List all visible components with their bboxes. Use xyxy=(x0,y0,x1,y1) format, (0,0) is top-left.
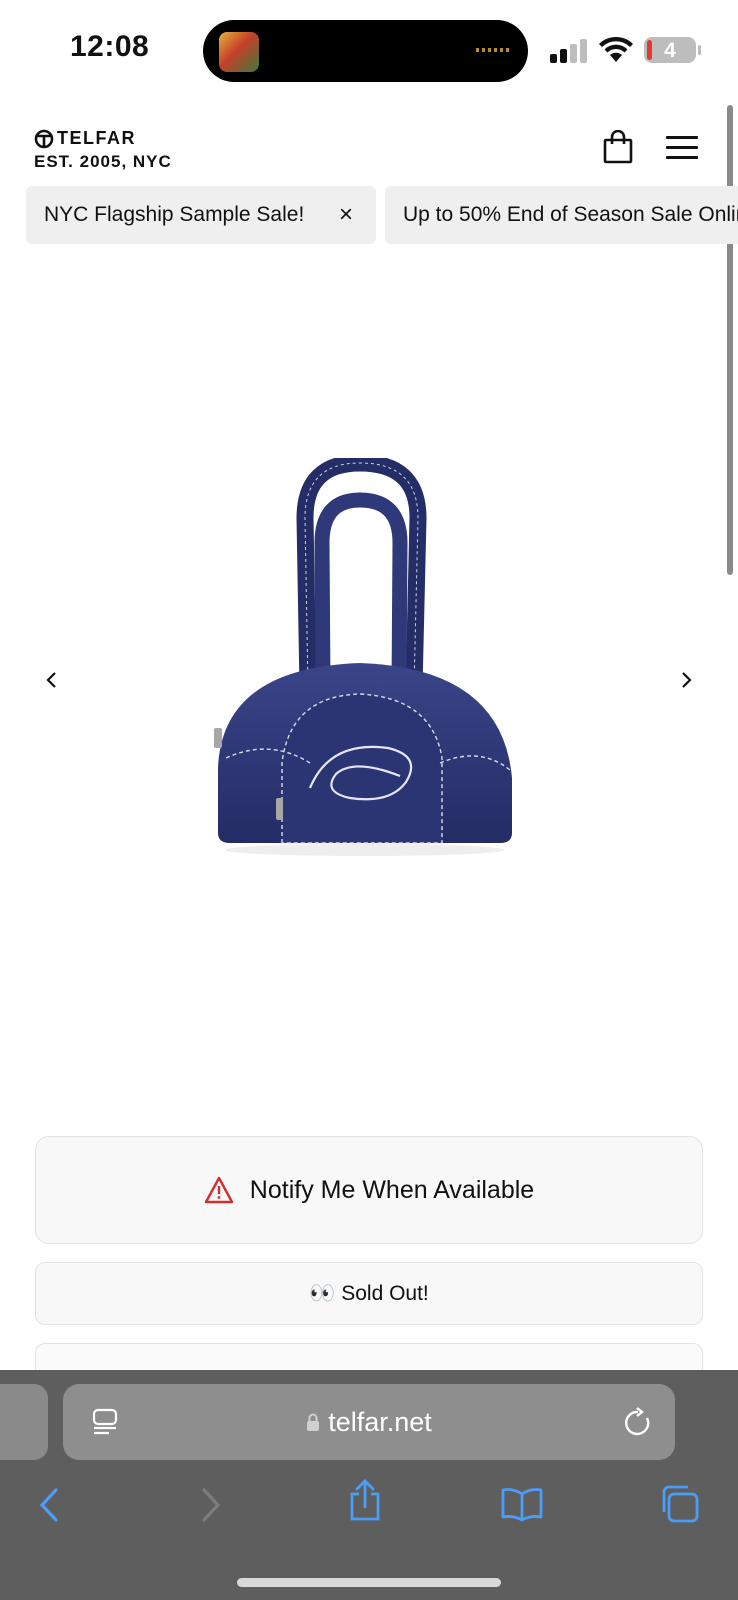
reload-icon[interactable] xyxy=(623,1406,653,1438)
address-bar[interactable]: telfar.net xyxy=(63,1384,675,1460)
site-logo[interactable]: TELFAR EST. 2005, NYC xyxy=(34,128,172,172)
status-time: 12:08 xyxy=(70,30,150,63)
brand-tagline: EST. 2005, NYC xyxy=(34,152,172,171)
audio-activity-icon xyxy=(476,48,510,52)
warning-icon xyxy=(204,1176,233,1204)
browser-toolbar: telfar.net xyxy=(0,1370,738,1600)
previous-tab-preview[interactable] xyxy=(0,1384,48,1460)
lock-icon xyxy=(307,1413,320,1431)
home-indicator[interactable] xyxy=(237,1578,501,1587)
share-icon[interactable] xyxy=(347,1478,383,1522)
telfar-logo-icon xyxy=(34,129,54,148)
dynamic-island[interactable] xyxy=(203,20,528,82)
forward-icon[interactable] xyxy=(196,1487,224,1523)
chevron-right-icon[interactable] xyxy=(674,668,698,692)
url-text: telfar.net xyxy=(328,1406,432,1437)
promo-banner-row: NYC Flagship Sample Sale! × Up to 50% En… xyxy=(26,186,738,244)
shopping-bag-icon[interactable] xyxy=(603,130,633,164)
menu-icon[interactable] xyxy=(666,136,698,160)
battery-tip xyxy=(698,45,701,55)
promo-pill-sample-sale[interactable]: NYC Flagship Sample Sale! × xyxy=(26,186,376,244)
product-image-denim-bag xyxy=(214,458,512,856)
notify-me-button[interactable]: Notify Me When Available xyxy=(35,1136,703,1244)
now-playing-artwork[interactable] xyxy=(219,32,259,72)
battery-level: 4 xyxy=(664,39,676,62)
notify-me-label: Notify Me When Available xyxy=(249,1175,535,1204)
tabs-icon[interactable] xyxy=(658,1484,700,1524)
status-bar: 12:08 4 xyxy=(0,0,738,100)
sold-out-label: 👀 Sold Out! xyxy=(309,1281,429,1305)
promo-pill-end-of-season[interactable]: Up to 50% End of Season Sale Online xyxy=(385,186,738,244)
bookmarks-icon[interactable] xyxy=(500,1486,544,1522)
product-image-carousel[interactable] xyxy=(0,250,738,1100)
back-icon[interactable] xyxy=(36,1487,64,1523)
sold-out-button[interactable]: 👀 Sold Out! xyxy=(35,1262,703,1325)
promo-text: NYC Flagship Sample Sale! xyxy=(44,203,305,226)
close-icon[interactable]: × xyxy=(334,203,358,227)
cellular-signal-icon xyxy=(550,39,590,63)
promo-text: Up to 50% End of Season Sale Online xyxy=(403,203,738,226)
battery-icon: 4 xyxy=(644,37,696,63)
chevron-left-icon[interactable] xyxy=(40,668,64,692)
wifi-icon xyxy=(599,36,633,62)
brand-name: TELFAR xyxy=(57,128,136,148)
